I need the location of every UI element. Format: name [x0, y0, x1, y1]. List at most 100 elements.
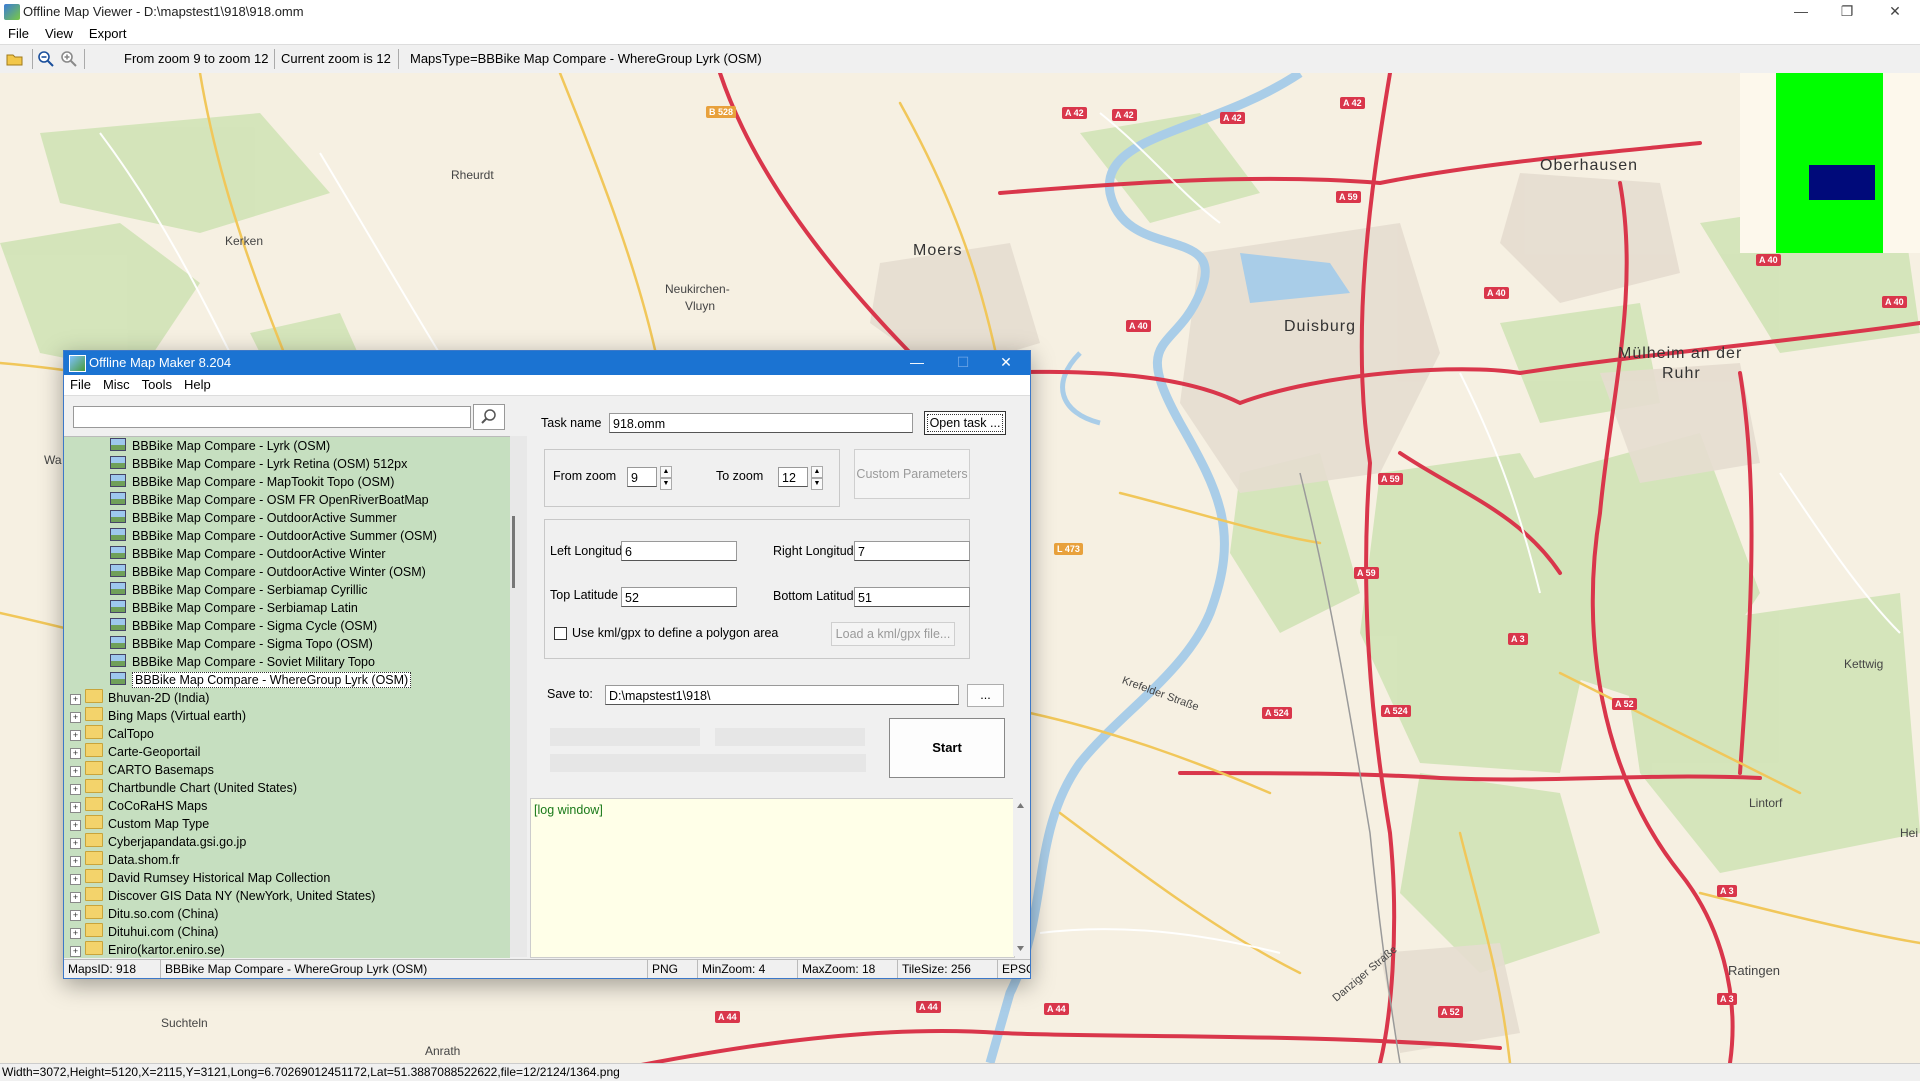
tree-folder[interactable]: + Custom Map Type — [70, 815, 209, 833]
tree-folder[interactable]: + Data.shom.fr — [70, 851, 180, 869]
spin-down-icon[interactable]: ▼ — [811, 478, 823, 490]
start-button[interactable]: Start — [889, 718, 1005, 778]
dialog-menu-help[interactable]: Help — [178, 375, 217, 395]
tree-folder[interactable]: + Discover GIS Data NY (NewYork, United S… — [70, 887, 375, 905]
dialog-close-button[interactable]: ✕ — [983, 351, 1029, 375]
tree-folder[interactable]: + Ditu.so.com (China) — [70, 905, 218, 923]
dialog-titlebar: Offline Map Maker 8.204 — ☐ ✕ — [64, 351, 1030, 375]
dialog-maximize-button[interactable]: ☐ — [940, 351, 986, 375]
tree-folder[interactable]: + Eniro(kartor.eniro.se) — [70, 941, 225, 958]
to-zoom-input[interactable]: 12 — [778, 467, 808, 487]
expand-icon[interactable]: + — [70, 694, 81, 705]
expand-icon[interactable]: + — [70, 802, 81, 813]
spin-up-icon[interactable]: ▲ — [811, 466, 823, 478]
task-name-input[interactable]: 918.omm — [609, 413, 913, 433]
tree-item[interactable]: BBBike Map Compare - OutdoorActive Summe… — [110, 527, 437, 545]
dialog-menu-file[interactable]: File — [64, 375, 97, 395]
open-task-button[interactable]: Open task ... — [924, 411, 1006, 435]
dialog-menu-tools[interactable]: Tools — [136, 375, 178, 395]
status-maps-id: MapsID: 918 — [64, 960, 161, 978]
top-latitude-input[interactable]: 52 — [621, 587, 737, 607]
load-kml-button[interactable]: Load a kml/gpx file... — [831, 622, 955, 646]
maptype-search-input[interactable] — [73, 406, 471, 428]
menu-export[interactable]: Export — [81, 24, 135, 44]
expand-icon[interactable]: + — [70, 766, 81, 777]
tree-item[interactable]: BBBike Map Compare - OutdoorActive Winte… — [110, 545, 386, 563]
tree-folder[interactable]: + Chartbundle Chart (United States) — [70, 779, 297, 797]
log-window[interactable]: [log window] — [530, 798, 1015, 958]
tree-scrollbar[interactable] — [510, 436, 527, 957]
tree-item[interactable]: BBBike Map Compare - Serbiamap Cyrillic — [110, 581, 368, 599]
expand-icon[interactable]: + — [70, 856, 81, 867]
place-label: Oberhausen — [1540, 157, 1639, 174]
bottom-latitude-input[interactable]: 51 — [854, 587, 970, 607]
minimap-viewport[interactable] — [1809, 165, 1875, 200]
restore-button[interactable]: ❐ — [1824, 0, 1870, 24]
tree-item[interactable]: BBBike Map Compare - Sigma Cycle (OSM) — [110, 617, 377, 635]
folder-icon — [85, 887, 103, 901]
overview-minimap[interactable] — [1740, 73, 1920, 253]
expand-icon[interactable]: + — [70, 748, 81, 759]
minimize-button[interactable]: — — [1778, 0, 1824, 24]
dialog-minimize-button[interactable]: — — [894, 351, 940, 375]
tree-folder[interactable]: + David Rumsey Historical Map Collection — [70, 869, 330, 887]
road-shield: A 59 — [1378, 473, 1403, 485]
map-icon — [110, 636, 126, 649]
tree-folder[interactable]: + CoCoRaHS Maps — [70, 797, 207, 815]
expand-icon[interactable]: + — [70, 784, 81, 795]
expand-icon[interactable]: + — [70, 928, 81, 939]
bottom-latitude-label: Bottom Latitude — [773, 589, 861, 603]
expand-icon[interactable]: + — [70, 712, 81, 723]
tree-item[interactable]: BBBike Map Compare - Serbiamap Latin — [110, 599, 358, 617]
place-label: Wa — [44, 453, 62, 467]
save-to-input[interactable]: D:\mapstest1\918\ — [605, 685, 959, 705]
to-zoom-spinner[interactable]: ▲ ▼ — [811, 466, 823, 490]
menu-view[interactable]: View — [37, 24, 81, 44]
tree-folder[interactable]: + CalTopo — [70, 725, 154, 743]
tree-item[interactable]: BBBike Map Compare - OSM FR OpenRiverBoa… — [110, 491, 429, 509]
menu-file[interactable]: File — [0, 24, 37, 44]
from-zoom-input[interactable]: 9 — [627, 467, 657, 487]
left-longitude-input[interactable]: 6 — [621, 541, 737, 561]
tree-item[interactable]: BBBike Map Compare - Sigma Topo (OSM) — [110, 635, 373, 653]
search-button[interactable] — [473, 404, 505, 430]
tree-item[interactable]: BBBike Map Compare - OutdoorActive Summe… — [110, 509, 397, 527]
tree-item[interactable]: BBBike Map Compare - Soviet Military Top… — [110, 653, 375, 671]
spin-down-icon[interactable]: ▼ — [660, 478, 672, 490]
tree-folder[interactable]: + Bhuvan-2D (India) — [70, 689, 209, 707]
expand-icon[interactable]: + — [70, 730, 81, 741]
folder-icon — [85, 707, 103, 721]
right-longitude-input[interactable]: 7 — [854, 541, 970, 561]
kml-checkbox[interactable] — [554, 627, 567, 640]
maptype-tree[interactable]: BBBike Map Compare - Lyrk (OSM) BBBike M… — [64, 436, 510, 958]
tree-item-selected[interactable]: BBBike Map Compare - WhereGroup Lyrk (OS… — [110, 671, 412, 689]
tree-item[interactable]: BBBike Map Compare - OutdoorActive Winte… — [110, 563, 426, 581]
dialog-menu-misc[interactable]: Misc — [97, 375, 136, 395]
tree-folder[interactable]: + Dituhui.com (China) — [70, 923, 218, 941]
tree-item[interactable]: BBBike Map Compare - Lyrk Retina (OSM) 5… — [110, 455, 407, 473]
from-zoom-spinner[interactable]: ▲ ▼ — [660, 466, 672, 490]
spin-up-icon[interactable]: ▲ — [660, 466, 672, 478]
expand-icon[interactable]: + — [70, 910, 81, 921]
expand-icon[interactable]: + — [70, 892, 81, 903]
map-icon — [110, 528, 126, 541]
road-shield: A 524 — [1381, 705, 1411, 717]
browse-button[interactable]: ... — [967, 684, 1004, 707]
expand-icon[interactable]: + — [70, 838, 81, 849]
close-button[interactable]: ✕ — [1872, 0, 1918, 24]
zoom-in-icon[interactable] — [60, 50, 78, 68]
expand-icon[interactable]: + — [70, 874, 81, 885]
tree-folder[interactable]: + Cyberjapandata.gsi.go.jp — [70, 833, 246, 851]
expand-icon[interactable]: + — [70, 946, 81, 957]
zoom-out-icon[interactable] — [37, 50, 55, 68]
scrollbar-thumb[interactable] — [512, 516, 515, 588]
tree-item[interactable]: BBBike Map Compare - Lyrk (OSM) — [110, 437, 330, 455]
open-folder-icon[interactable] — [6, 50, 24, 68]
tree-folder[interactable]: + Carte-Geoportail — [70, 743, 200, 761]
custom-parameters-button[interactable]: Custom Parameters — [854, 449, 970, 499]
tree-folder[interactable]: + Bing Maps (Virtual earth) — [70, 707, 246, 725]
tree-item[interactable]: BBBike Map Compare - MapTookit Topo (OSM… — [110, 473, 394, 491]
log-scrollbar[interactable] — [1013, 798, 1028, 956]
expand-icon[interactable]: + — [70, 820, 81, 831]
tree-folder[interactable]: + CARTO Basemaps — [70, 761, 214, 779]
